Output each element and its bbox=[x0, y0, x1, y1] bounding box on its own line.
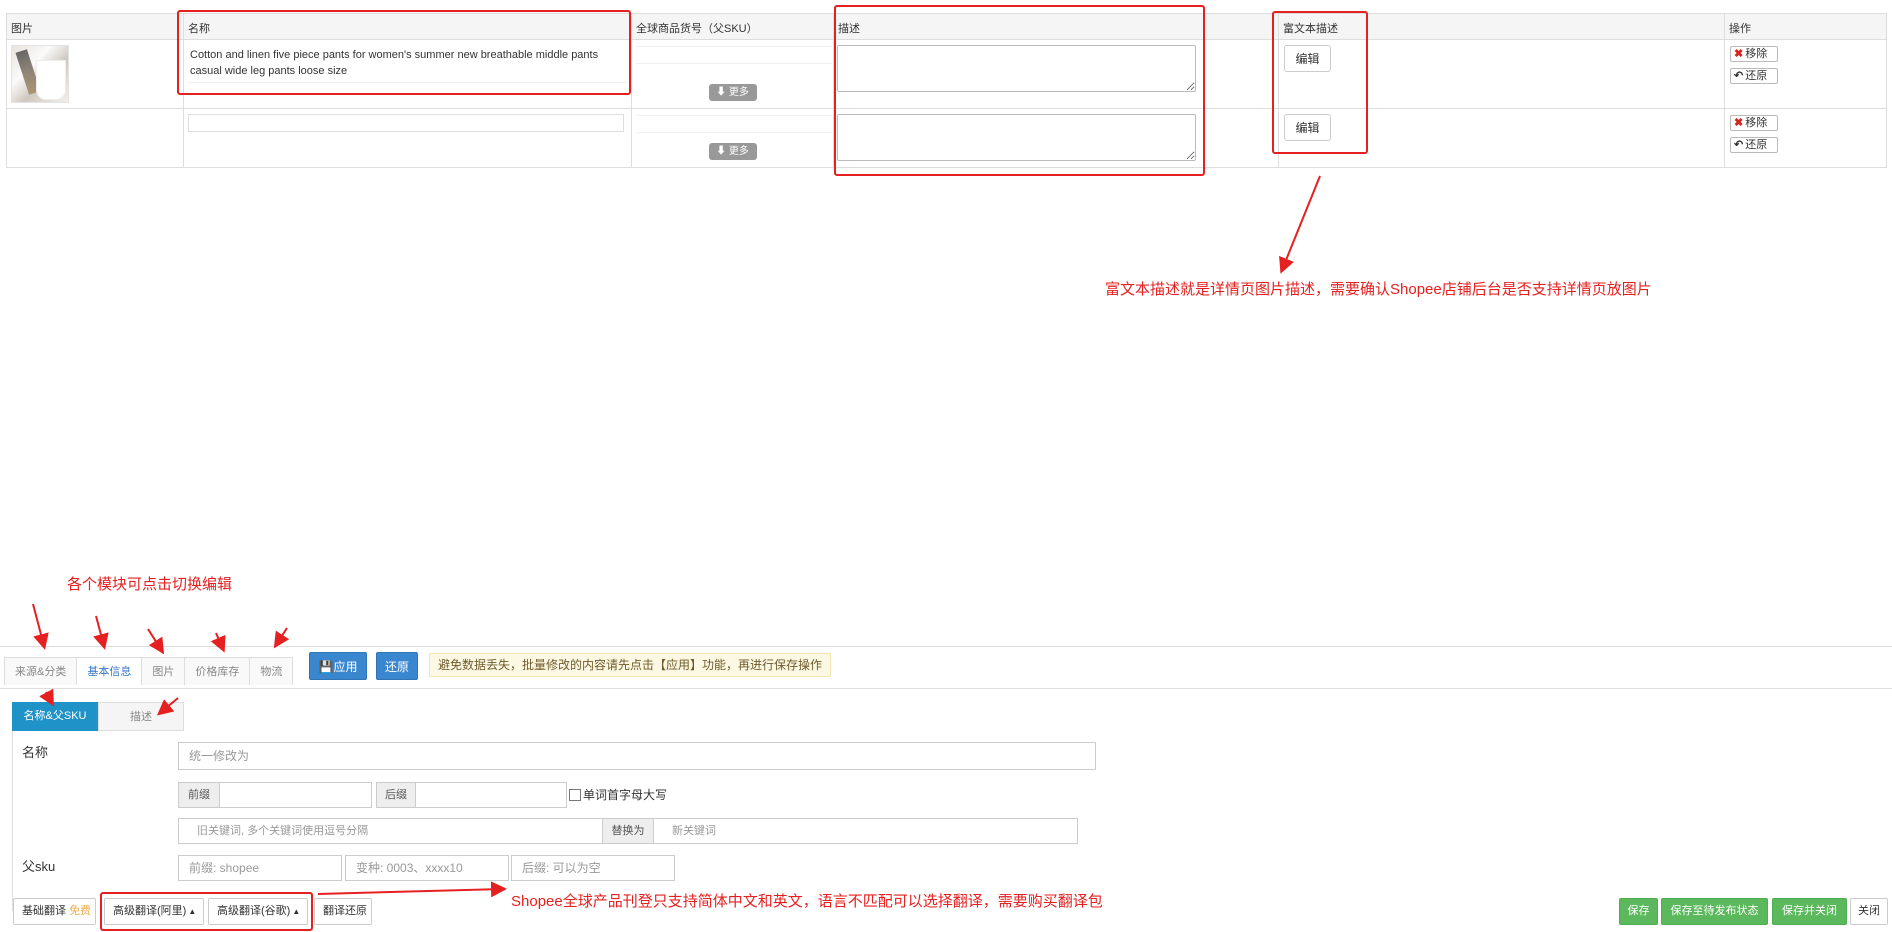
arrow-tab-images bbox=[147, 628, 165, 655]
arrow-tab-source bbox=[32, 603, 49, 650]
page-root: 图片 名称 全球商品货号（父SKU） 描述 富文本描述 操作 Cotton an… bbox=[0, 0, 1892, 932]
arrow-tab-logistics bbox=[273, 627, 290, 649]
arrow-tab-basic bbox=[93, 615, 109, 650]
arrow-subtab-name bbox=[39, 688, 54, 707]
arrow-translate bbox=[317, 881, 507, 898]
annotation-arrows bbox=[32, 175, 1321, 898]
arrow-tab-price bbox=[210, 632, 226, 653]
arrow-subtab-desc bbox=[156, 697, 179, 716]
arrow-rich-text bbox=[1279, 175, 1321, 274]
